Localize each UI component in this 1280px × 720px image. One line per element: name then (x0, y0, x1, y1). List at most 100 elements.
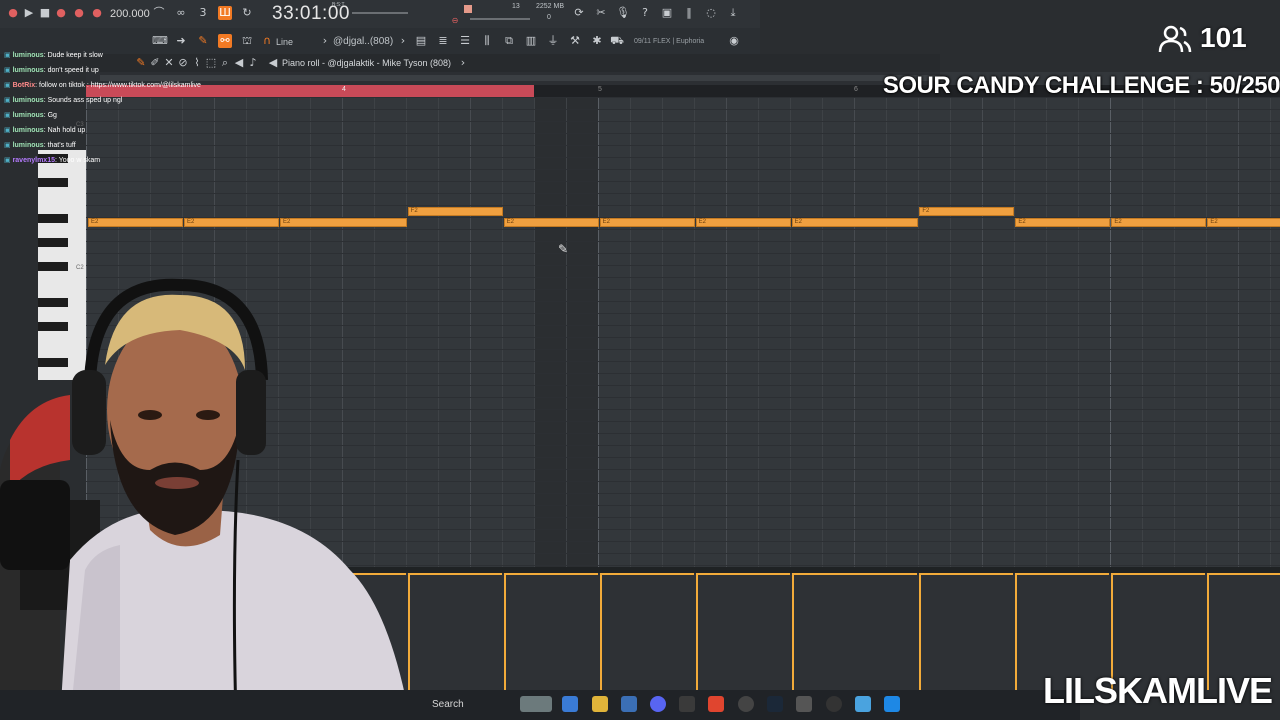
mixer-icon[interactable]: ‖ (682, 6, 696, 20)
midi-note[interactable]: F2 (407, 207, 503, 216)
link-icon[interactable]: ⚯ (218, 34, 232, 48)
mute-tool-icon[interactable]: ⊘ (176, 56, 190, 70)
fl-studio-icon[interactable] (679, 696, 695, 712)
copilot-icon[interactable] (562, 696, 578, 712)
metronome-icon[interactable]: ⌒ (152, 6, 166, 20)
velocity-stem[interactable] (919, 573, 922, 690)
midi-note[interactable]: E2 (503, 218, 599, 227)
midi-note[interactable]: E2 (88, 218, 183, 227)
channel-selector[interactable]: @djgal..(808) (333, 36, 393, 47)
record-icon[interactable]: ● (6, 6, 20, 20)
wait-icon[interactable]: ∞ (174, 6, 188, 20)
pitch-knob-icon[interactable]: ⊖ (448, 14, 462, 28)
velocity-handle[interactable] (1111, 573, 1206, 575)
app-icon[interactable] (796, 696, 812, 712)
online-icon[interactable]: ◉ (727, 34, 741, 48)
refresh-icon[interactable]: ⟳ (572, 6, 586, 20)
mixer-view-icon[interactable]: ⫼ (480, 34, 494, 48)
song-position-marker[interactable] (464, 5, 472, 13)
delete-tool-icon[interactable]: ✕ (162, 56, 176, 70)
velocity-handle[interactable] (1207, 573, 1280, 575)
steam-icon[interactable] (767, 696, 783, 712)
velocity-handle[interactable] (791, 573, 918, 575)
black-key[interactable] (38, 238, 68, 247)
cart-icon[interactable]: ⛟ (610, 34, 624, 48)
microphone-icon[interactable]: 🎙 (616, 6, 630, 20)
cut-icon[interactable]: ✂ (594, 6, 608, 20)
zoom-tool-icon[interactable]: ⌕ (218, 56, 232, 70)
master-pitch-slider[interactable] (470, 18, 530, 20)
velocity-stem[interactable] (695, 573, 698, 690)
playlist-icon[interactable]: ▤ (414, 34, 428, 48)
browser-icon[interactable]: ▥ (524, 34, 538, 48)
speaker-toggle-icon[interactable]: ◀ (266, 56, 280, 70)
stop-icon[interactable]: ■ (38, 6, 52, 20)
tempo-display[interactable]: 200.000 (110, 8, 150, 20)
notepad-icon[interactable] (855, 696, 871, 712)
velocity-stem[interactable] (791, 573, 794, 690)
snap-label[interactable]: Line (276, 37, 293, 47)
chat-icon[interactable]: ◌ (704, 6, 718, 20)
black-key[interactable] (38, 214, 68, 223)
midi-note[interactable]: E2 (695, 218, 791, 227)
midi-note[interactable]: E2 (280, 218, 407, 227)
magnet-icon[interactable]: ∩ (260, 34, 274, 48)
download-icon[interactable]: ⤓ (726, 6, 740, 20)
file-explorer-icon[interactable] (592, 696, 608, 712)
photos-icon[interactable] (884, 696, 900, 712)
scroll-thumb[interactable] (100, 75, 940, 81)
slice-tool-icon[interactable]: ⌇ (190, 56, 204, 70)
midi-note[interactable]: F2 (919, 207, 1015, 216)
countdown-icon[interactable]: 3 (196, 6, 210, 20)
pencil-icon[interactable]: ✎ (196, 34, 210, 48)
blend-recording-icon[interactable]: Ш (218, 6, 232, 20)
wrench-icon[interactable]: ⚒ (568, 34, 582, 48)
playback-tool-icon[interactable]: ◀ (232, 56, 246, 70)
help-icon[interactable]: ? (638, 6, 652, 20)
save-icon[interactable]: ▣ (660, 6, 674, 20)
midi-note[interactable]: E2 (599, 218, 695, 227)
arrow-right-icon[interactable]: ➜ (174, 34, 188, 48)
black-key[interactable] (38, 178, 68, 187)
chevron-right-icon[interactable]: › (456, 56, 470, 70)
pattern-icon[interactable]: ● (72, 6, 86, 20)
velocity-stem[interactable] (1015, 573, 1018, 690)
midi-note[interactable]: E2 (1015, 218, 1111, 227)
velocity-handle[interactable] (1015, 573, 1110, 575)
midi-note[interactable]: E2 (791, 218, 919, 227)
plug-icon[interactable]: ⏚ (546, 34, 560, 48)
brave-icon[interactable] (708, 696, 724, 712)
play-icon[interactable]: ▶ (22, 6, 36, 20)
velocity-stem[interactable] (503, 573, 506, 690)
speaker-icon[interactable]: ♪ (246, 56, 260, 70)
chevron-right-icon[interactable]: › (318, 34, 332, 48)
tools-icon[interactable]: ✱ (590, 34, 604, 48)
midi-note[interactable]: E2 (1207, 218, 1280, 227)
velocity-handle[interactable] (599, 573, 694, 575)
piano-roll-icon[interactable]: ≣ (436, 34, 450, 48)
velocity-stem[interactable] (599, 573, 602, 690)
obs-icon[interactable] (738, 696, 754, 712)
midi-note[interactable]: E2 (184, 218, 279, 227)
store-icon[interactable] (621, 696, 637, 712)
discord-icon[interactable] (650, 696, 666, 712)
record-arm-icon[interactable]: ● (90, 6, 104, 20)
channel-rack-icon[interactable]: ☰ (458, 34, 472, 48)
master-volume-slider[interactable] (352, 12, 408, 14)
brush-tool-icon[interactable]: ✐ (148, 56, 162, 70)
widget-icon[interactable] (520, 696, 552, 712)
4k-icon[interactable] (826, 696, 842, 712)
record-button-icon[interactable]: ● (54, 6, 68, 20)
velocity-handle[interactable] (695, 573, 790, 575)
velocity-handle[interactable] (503, 573, 598, 575)
select-tool-icon[interactable]: ⬚ (204, 56, 218, 70)
keyboard-icon[interactable]: ⌨ (152, 34, 168, 48)
taskbar-search[interactable]: Search (432, 699, 464, 710)
midi-note[interactable]: E2 (1111, 218, 1207, 227)
chevron-right-icon[interactable]: › (396, 34, 410, 48)
stamp-icon[interactable]: ⛫ (240, 34, 254, 48)
loop-record-icon[interactable]: ↻ (240, 6, 254, 20)
pencil-tool-icon[interactable]: ✎ (134, 56, 148, 70)
velocity-handle[interactable] (919, 573, 1014, 575)
plugin-icon[interactable]: ⧉ (502, 34, 516, 48)
